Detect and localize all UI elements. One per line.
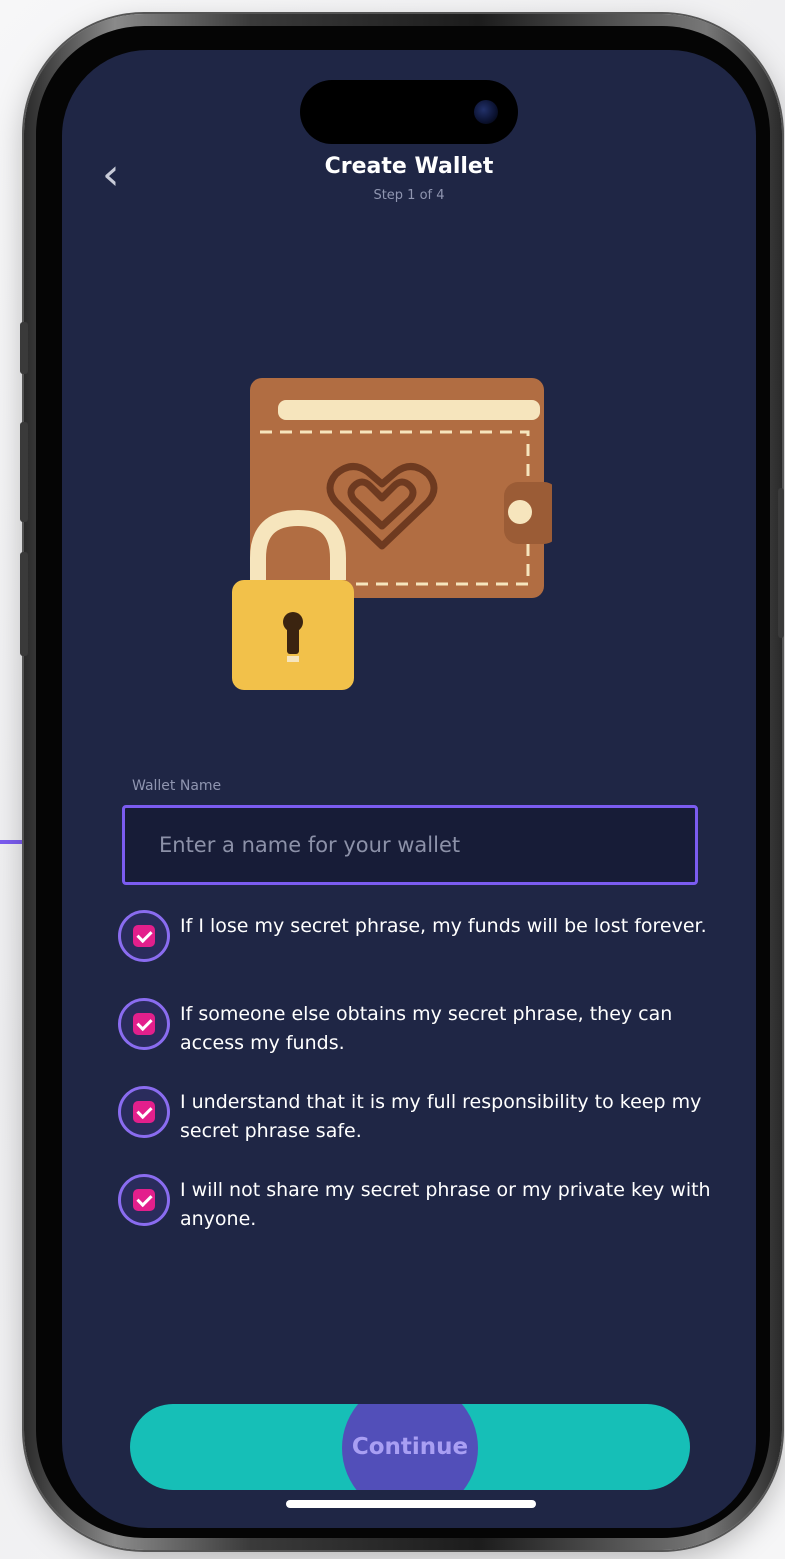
checkbox-checked <box>133 925 155 947</box>
volume-down-button <box>20 552 28 656</box>
continue-button[interactable]: Continue <box>130 1404 690 1490</box>
checkmark-icon <box>136 926 153 944</box>
home-indicator[interactable] <box>286 1500 536 1508</box>
wallet-with-padlock-icon <box>232 378 552 690</box>
checkmark-icon <box>136 1102 153 1120</box>
checkmark-icon <box>136 1190 153 1208</box>
volume-up-button <box>20 422 28 522</box>
acknowledgement-text: If someone else obtains my secret phrase… <box>180 1003 673 1054</box>
checkbox-checked <box>133 1101 155 1123</box>
step-indicator: Step 1 of 4 <box>373 188 445 203</box>
app-screen: ‹ Create Wallet Step 1 of 4 Wallet Name … <box>62 50 756 1528</box>
continue-label: Continue <box>351 1434 469 1460</box>
wallet-name-label: Wallet Name <box>132 778 222 794</box>
checkbox[interactable] <box>118 910 170 962</box>
checkbox[interactable] <box>118 1086 170 1138</box>
page-title: Create Wallet <box>324 154 494 179</box>
checkbox[interactable] <box>118 1174 170 1226</box>
wallet-name-field[interactable] <box>122 805 698 885</box>
checkbox-checked <box>133 1013 155 1035</box>
acknowledgement-text: I understand that it is my full responsi… <box>180 1091 702 1142</box>
mute-switch <box>20 322 28 374</box>
wallet-name-input[interactable] <box>125 808 695 882</box>
dynamic-island <box>300 80 518 144</box>
acknowledgement-text: I will not share my secret phrase or my … <box>180 1179 711 1230</box>
power-button <box>778 488 784 638</box>
checkbox[interactable] <box>118 998 170 1050</box>
checkbox-checked <box>133 1189 155 1211</box>
checkmark-icon <box>136 1014 153 1032</box>
camera-icon <box>474 100 498 124</box>
acknowledgement-text: If I lose my secret phrase, my funds wil… <box>180 915 707 937</box>
stage: ‹ Create Wallet Step 1 of 4 Wallet Name … <box>0 0 785 1559</box>
